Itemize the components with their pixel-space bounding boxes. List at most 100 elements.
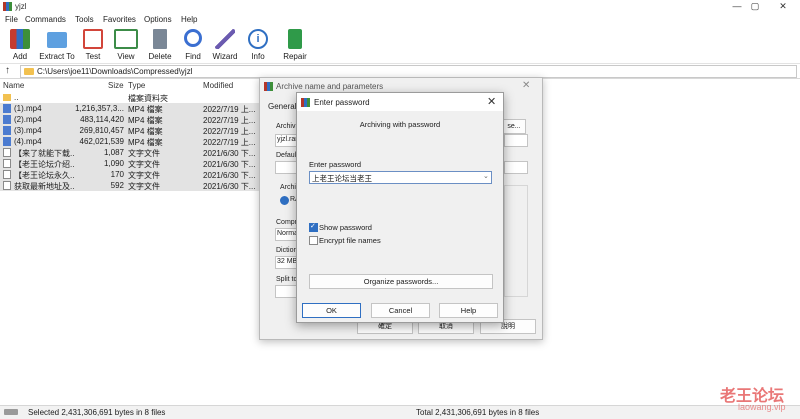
browse-button[interactable]: se... [502,119,526,134]
file-row[interactable]: .. 檔案資料夾 [0,92,262,103]
help-button[interactable]: Help [439,303,498,318]
add-button[interactable]: Add [6,27,34,63]
enter-password-dialog: Enter password ✕ Archiving with password… [296,92,504,323]
file-name: .. [14,93,19,102]
rar-radio[interactable] [280,196,289,205]
ok-button[interactable]: OK [302,303,361,318]
column-header-name[interactable]: Name [3,81,24,90]
delete-label: Delete [148,52,172,61]
winrar-icon [264,82,273,91]
extract-folder-icon [47,32,67,48]
text-file-icon [3,170,11,179]
wizard-label: Wizard [212,52,238,61]
file-row[interactable]: (4).mp4 462,021,539 MP4 檔案 2022/7/19 上..… [0,136,262,147]
password-dialog-titlebar: Enter password ✕ [297,93,503,111]
dialog-title: Archive name and parameters [276,82,384,91]
file-row[interactable]: (2).mp4 483,114,420 MP4 檔案 2022/7/19 上..… [0,114,262,125]
password-value: 上老王论坛当老王 [312,174,372,183]
file-size: 462,021,539 [79,137,125,146]
test-label: Test [85,52,101,61]
menu-file[interactable]: File [5,15,18,24]
column-header-modified[interactable]: Modified [203,81,233,90]
info-button[interactable]: i Info [246,27,270,63]
video-file-icon [3,104,11,113]
organize-passwords-button[interactable]: Organize passwords... [309,274,493,289]
file-row[interactable]: 【老王论坛永久... 170 文字文件 2021/6/30 下... [0,169,262,180]
folder-icon [3,94,11,101]
maximize-button[interactable]: ▢ [745,1,765,12]
trash-icon [153,29,167,49]
menu-bar: File Commands Tools Favorites Options He… [0,14,800,26]
close-icon[interactable]: ✕ [522,80,530,91]
add-icon [10,29,30,49]
find-button[interactable]: Find [180,27,206,63]
file-modified: 2021/6/30 下... [203,182,256,191]
video-file-icon [3,115,11,124]
repair-label: Repair [283,52,307,61]
column-header-size[interactable]: Size [108,81,124,90]
file-row[interactable]: 【老王论坛介绍... 1,090 文字文件 2021/6/30 下... [0,158,262,169]
file-row[interactable]: 获取最新地址及... 592 文字文件 2021/6/30 下... [0,180,262,191]
password-input[interactable]: 上老王论坛当老王 ⌄ [309,171,492,184]
profile-select[interactable] [504,161,528,174]
menu-favorites[interactable]: Favorites [103,15,136,24]
menu-commands[interactable]: Commands [25,15,66,24]
path-text: C:\Users\joe11\Downloads\Compressed\yjzl [37,67,193,76]
file-name: (1).mp4 [14,104,42,113]
encrypt-file-names-label[interactable]: Encrypt file names [319,236,381,245]
menu-tools[interactable]: Tools [75,15,94,24]
view-button[interactable]: View [112,27,140,63]
up-folder-icon[interactable]: ↑ [5,65,10,76]
test-icon [83,29,103,49]
file-type: 文字文件 [128,182,160,191]
update-mode-select[interactable] [504,134,528,147]
file-size: 1,090 [103,159,124,168]
delete-button[interactable]: Delete [146,27,174,63]
dictionary-label: Diction [276,247,298,254]
text-file-icon [3,181,11,190]
status-selected: Selected 2,431,306,691 bytes in 8 files [28,408,166,417]
drive-icon [4,409,18,415]
info-label: Info [251,52,265,61]
wizard-button[interactable]: Wizard [210,27,240,63]
extract-to-label: Extract To [39,52,75,61]
column-header-type[interactable]: Type [128,81,145,90]
split-label: Split to [276,276,298,283]
compression-value: Norma [277,230,299,237]
archive-name-value: yjzl.rar [277,136,298,143]
dictionary-value: 32 MB [277,258,298,265]
show-password-label[interactable]: Show password [319,223,372,232]
password-heading: Archiving with password [359,120,441,129]
file-row[interactable]: (3).mp4 269,810,457 MP4 檔案 2022/7/19 上..… [0,125,262,136]
text-file-icon [3,148,11,157]
menu-help[interactable]: Help [181,15,197,24]
minimize-button[interactable]: — [727,1,747,12]
encrypt-file-names-checkbox[interactable] [309,236,318,245]
menu-options[interactable]: Options [144,15,172,24]
options-group [504,185,528,297]
winrar-icon [301,98,310,107]
show-password-checkbox[interactable] [309,222,318,232]
extract-to-button[interactable]: Extract To [38,27,76,63]
password-label: Enter password [309,160,362,169]
toolbar: Add Extract To Test View Delete Find Wiz… [0,27,800,64]
cancel-button[interactable]: Cancel [371,303,430,318]
file-row[interactable]: 【来了就能下载... 1,087 文字文件 2021/6/30 下... [0,147,262,158]
repair-button[interactable]: Repair [281,27,309,63]
close-icon[interactable]: ✕ [487,95,496,108]
chevron-down-icon[interactable]: ⌄ [483,172,489,180]
file-size: 1,087 [103,148,124,157]
video-file-icon [3,126,11,135]
tab-general[interactable]: General [268,102,296,111]
video-file-icon [3,137,11,146]
test-button[interactable]: Test [80,27,106,63]
default-label: Default [276,152,299,159]
file-name: (4).mp4 [14,137,42,146]
winrar-app-icon [3,2,12,11]
find-label: Find [185,52,201,61]
file-size: 170 [110,170,124,179]
close-window-button[interactable]: ✕ [773,1,793,12]
file-size: 269,810,457 [79,126,125,135]
text-file-icon [3,159,11,168]
file-row[interactable]: (1).mp4 1,216,357,3... MP4 檔案 2022/7/19 … [0,103,262,114]
